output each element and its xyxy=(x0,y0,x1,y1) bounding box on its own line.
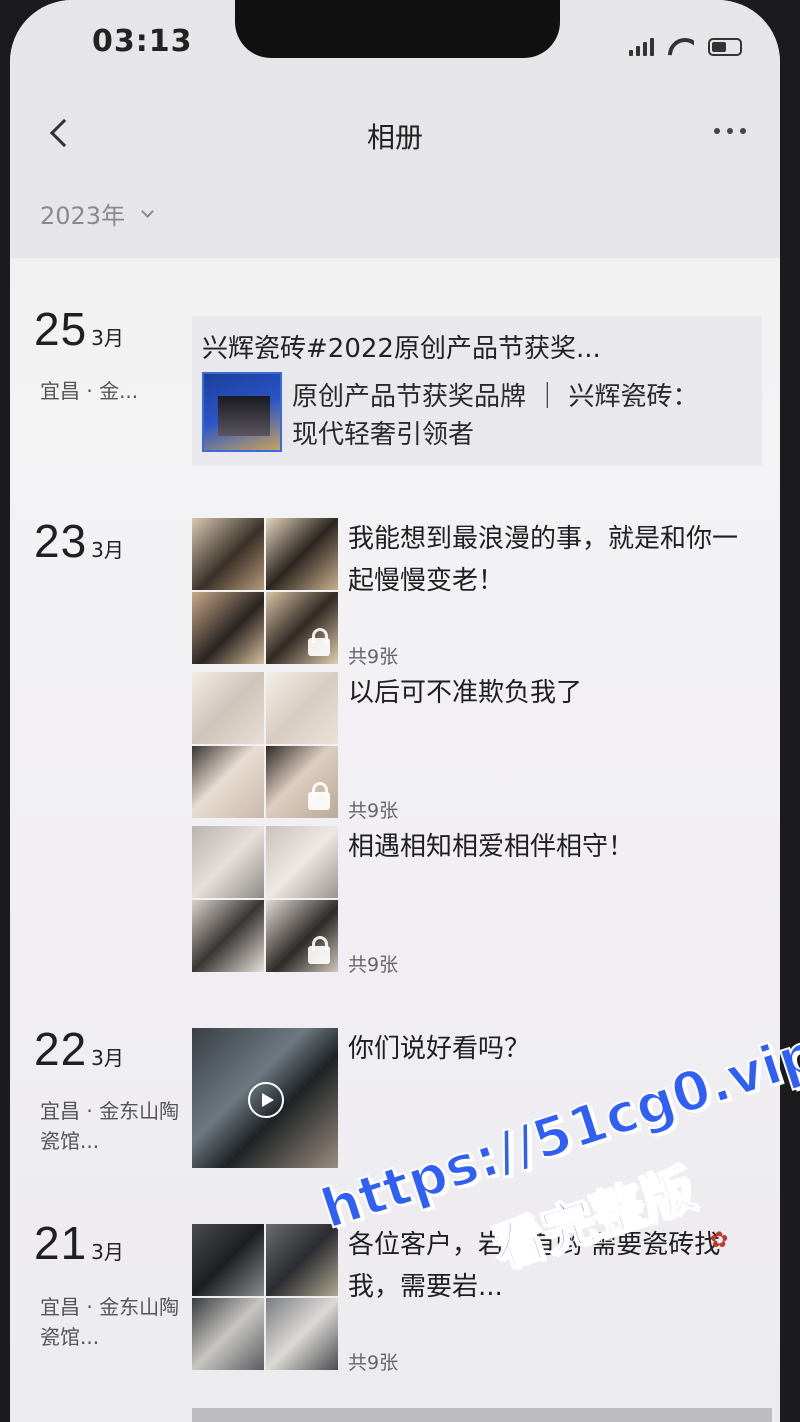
camera-notch xyxy=(235,0,560,58)
nav-bar: 相册 xyxy=(10,100,780,170)
rose-icon: ✿ xyxy=(710,1228,729,1253)
date-month: 3月 xyxy=(91,326,124,350)
photo-count: 共9张 xyxy=(348,646,399,668)
shared-title: 兴辉瓷砖#2022原创产品节获奖... xyxy=(202,334,601,364)
page-title: 相册 xyxy=(366,121,423,154)
photo-thumb[interactable] xyxy=(266,826,338,898)
album-post[interactable]: 你们说好看吗？ xyxy=(192,1028,772,1168)
entry-date: 22 3月 xyxy=(34,1022,124,1076)
shared-link-card[interactable]: 兴辉瓷砖#2022原创产品节获奖... 原创产品节获奖品牌 ｜ 兴辉瓷砖：现代轻… xyxy=(192,316,762,466)
video-thumb[interactable] xyxy=(192,1028,338,1168)
date-month: 3月 xyxy=(91,1046,124,1070)
entry-date: 23 3月 xyxy=(34,514,124,568)
post-caption: 相遇相知相爱相伴相守！ xyxy=(348,832,635,862)
play-icon xyxy=(248,1082,284,1118)
photo-thumb[interactable] xyxy=(266,592,338,664)
photo-thumb[interactable] xyxy=(266,900,338,972)
lock-icon xyxy=(308,782,330,810)
album-post[interactable]: 各位客户，岩板有哟 需要瓷砖找我，需要岩... 共9张 xyxy=(192,1224,772,1374)
phone-screen: 03:13 相册 2023年 25 3月 宜昌 · 金... 兴辉瓷砖#2022原… xyxy=(10,0,780,1422)
photo-count: 共9张 xyxy=(348,1352,399,1374)
post-caption: 我能想到最浪漫的事，就是和你一起慢慢变老！ xyxy=(348,524,739,596)
photo-thumb[interactable] xyxy=(192,826,264,898)
photo-grid[interactable] xyxy=(192,1224,338,1370)
photo-thumb[interactable] xyxy=(192,746,264,818)
lock-icon xyxy=(308,936,330,964)
more-button[interactable] xyxy=(710,118,750,144)
photo-thumb[interactable] xyxy=(266,672,338,744)
photo-thumb[interactable] xyxy=(192,592,264,664)
entry-location: 宜昌 · 金... xyxy=(40,379,139,403)
post-caption: 以后可不准欺负我了 xyxy=(348,678,583,708)
entry-location: 宜昌 · 金东山陶瓷馆... xyxy=(40,1099,180,1153)
album-post[interactable]: 我能想到最浪漫的事，就是和你一起慢慢变老！ 共9张 xyxy=(192,518,772,668)
photo-grid[interactable] xyxy=(192,826,338,972)
date-day: 21 xyxy=(34,1217,88,1269)
photo-grid[interactable] xyxy=(192,518,338,664)
photo-thumb[interactable] xyxy=(266,1224,338,1296)
photo-thumb[interactable] xyxy=(192,900,264,972)
year-label: 2023年 xyxy=(40,202,126,230)
status-time: 03:13 xyxy=(92,24,193,59)
photo-thumb[interactable] xyxy=(192,1224,264,1296)
date-day: 23 xyxy=(34,515,88,567)
photo-thumb[interactable] xyxy=(266,518,338,590)
photo-thumb[interactable] xyxy=(266,746,338,818)
date-day: 25 xyxy=(34,303,88,355)
photo-thumb[interactable] xyxy=(192,672,264,744)
post-caption: 各位客户，岩板有哟 需要瓷砖找我，需要岩... xyxy=(348,1230,721,1302)
entry-date: 21 3月 xyxy=(34,1216,124,1270)
shared-description: 原创产品节获奖品牌 ｜ 兴辉瓷砖：现代轻奢引领者 xyxy=(292,382,699,450)
date-month: 3月 xyxy=(91,1240,124,1264)
more-dot-icon xyxy=(714,128,720,134)
shared-thumbnail xyxy=(202,372,282,452)
photo-thumb[interactable] xyxy=(192,1298,264,1370)
date-month: 3月 xyxy=(91,538,124,562)
photo-thumb[interactable] xyxy=(192,518,264,590)
chevron-down-icon xyxy=(141,205,154,218)
photo-grid[interactable] xyxy=(192,672,338,818)
next-post-partial xyxy=(192,1408,772,1422)
entry-date: 25 3月 xyxy=(34,302,124,356)
lock-icon xyxy=(308,628,330,656)
post-caption: 你们说好看吗？ xyxy=(348,1034,531,1064)
status-icons xyxy=(629,36,742,56)
more-dot-icon xyxy=(727,128,733,134)
year-filter[interactable]: 2023年 xyxy=(40,196,154,231)
wifi-icon xyxy=(668,38,694,56)
album-post[interactable]: 以后可不准欺负我了 共9张 xyxy=(192,672,772,822)
date-day: 22 xyxy=(34,1023,88,1075)
more-dot-icon xyxy=(740,128,746,134)
photo-count: 共9张 xyxy=(348,954,399,976)
signal-icon xyxy=(629,36,654,56)
entry-location: 宜昌 · 金东山陶瓷馆... xyxy=(40,1295,180,1349)
photo-thumb[interactable] xyxy=(266,1298,338,1370)
battery-icon xyxy=(708,38,742,56)
album-post[interactable]: 相遇相知相爱相伴相守！ 共9张 xyxy=(192,826,772,976)
photo-count: 共9张 xyxy=(348,800,399,822)
